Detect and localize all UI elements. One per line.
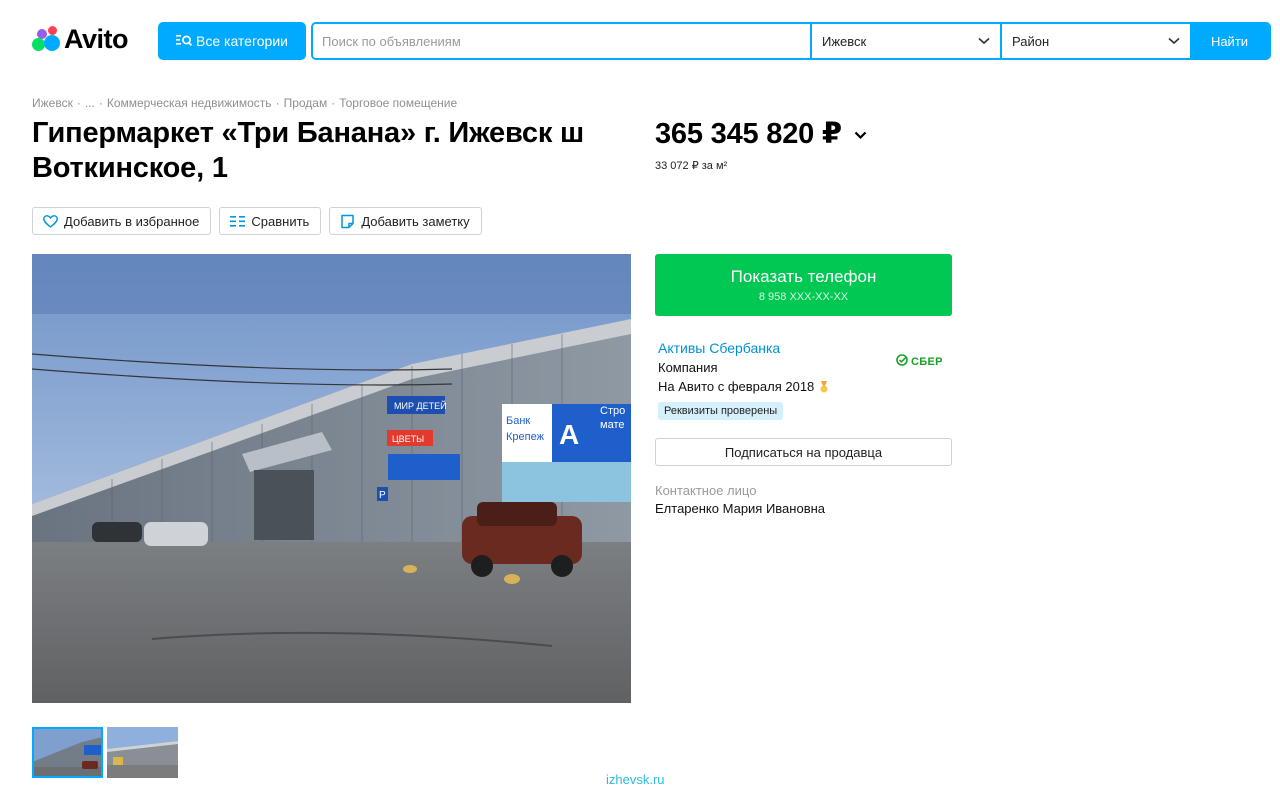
city-select-value: Ижевск	[822, 33, 867, 49]
listing-title: Гипермаркет «Три Банана» г. Ижевск ш Вот…	[32, 117, 584, 184]
district-select[interactable]: Район	[1000, 24, 1190, 58]
subscribe-seller-button[interactable]: Подписаться на продавца	[655, 438, 952, 466]
add-note-button[interactable]: Добавить заметку	[329, 207, 482, 235]
breadcrumb-separator: ·	[76, 96, 81, 110]
breadcrumb-item[interactable]: Торговое помещение	[339, 96, 457, 110]
photo-sign-mat: мате	[600, 419, 624, 431]
listing-main-photo[interactable]: МИР ДЕТЕЙ ЦВЕТЫ Банк Крепеж А Стро мате …	[32, 254, 631, 703]
photo-sign-mir: МИР ДЕТЕЙ	[394, 400, 447, 411]
sber-logo[interactable]: СБЕР	[896, 354, 943, 369]
search-bar: Ижевск Район Найти	[311, 22, 1271, 60]
chevron-down-icon[interactable]	[854, 127, 867, 145]
compare-icon	[230, 215, 246, 228]
all-categories-label: Все категории	[196, 33, 288, 49]
show-phone-button[interactable]: Показать телефон 8 958 XXX-XX-XX	[655, 254, 952, 316]
district-select-value: Район	[1012, 33, 1050, 49]
breadcrumb-item[interactable]: Коммерческая недвижимость	[107, 96, 272, 110]
listing-price: 365 345 820 ₽	[655, 118, 842, 150]
seller-name-link[interactable]: Активы Сбербанка	[658, 340, 780, 356]
sber-check-icon	[896, 354, 908, 369]
contact-person-name: Елтаренко Мария Ивановна	[655, 501, 826, 516]
photo-sign-parking: P	[379, 490, 386, 501]
price-block[interactable]: 365 345 820 ₽	[655, 116, 867, 151]
avito-logo[interactable]: Avito	[32, 22, 129, 56]
breadcrumb-separator: ·	[275, 96, 280, 110]
add-note-label: Добавить заметку	[361, 213, 470, 229]
photo-sign-bank: Банк	[506, 415, 530, 427]
add-to-favorites-label: Добавить в избранное	[64, 213, 200, 229]
logo-text: Avito	[64, 23, 129, 54]
show-phone-label: Показать телефон	[730, 267, 877, 286]
breadcrumb-item[interactable]: Продам	[284, 96, 328, 110]
seller-since-text: На Авито с февраля 2018	[658, 379, 815, 394]
sber-logo-text: СБЕР	[911, 355, 943, 368]
find-button[interactable]: Найти	[1190, 24, 1269, 58]
seller-since: На Авито с февраля 2018	[658, 379, 830, 394]
breadcrumb-item[interactable]: Ижевск	[32, 96, 73, 110]
compare-label: Сравнить	[251, 213, 310, 229]
price-per-m2: 33 072 ₽ за м²	[655, 160, 728, 172]
photo-sign-letter: А	[559, 419, 579, 450]
verified-badge: Реквизиты проверены	[658, 402, 784, 420]
watermark: izhevsk.ru	[606, 772, 665, 786]
photo-thumbnail[interactable]	[32, 727, 103, 778]
breadcrumb-separator: ·	[331, 96, 336, 110]
photo-sign-cvety: ЦВЕТЫ	[392, 434, 424, 444]
chevron-down-icon	[978, 37, 990, 45]
chevron-down-icon	[1168, 37, 1180, 45]
contact-person-label: Контактное лицо	[655, 483, 757, 498]
medal-icon	[818, 380, 830, 393]
listing-actions: Добавить в избранное Сравнить Добавить з…	[32, 207, 482, 235]
heart-icon	[43, 214, 58, 228]
breadcrumb-separator: ·	[98, 96, 103, 110]
categories-search-icon	[176, 34, 192, 48]
note-icon	[340, 214, 355, 229]
seller-type: Компания	[658, 360, 718, 375]
breadcrumb: Ижевск · ... · Коммерческая недвижимость…	[32, 96, 457, 110]
search-input[interactable]	[313, 24, 810, 58]
compare-button[interactable]: Сравнить	[219, 207, 322, 235]
add-to-favorites-button[interactable]: Добавить в избранное	[32, 207, 212, 235]
photo-sign-stroi: Стро	[600, 405, 625, 417]
photo-thumbnail[interactable]	[107, 727, 178, 778]
phone-number-masked: 8 958 XXX-XX-XX	[758, 291, 849, 303]
photo-thumbnails	[32, 727, 178, 778]
all-categories-button[interactable]: Все категории	[158, 22, 306, 60]
city-select[interactable]: Ижевск	[810, 24, 1000, 58]
avito-logo-icon	[32, 25, 62, 53]
breadcrumb-item[interactable]: ...	[85, 96, 95, 110]
photo-sign-krepezh: Крепеж	[506, 431, 545, 443]
